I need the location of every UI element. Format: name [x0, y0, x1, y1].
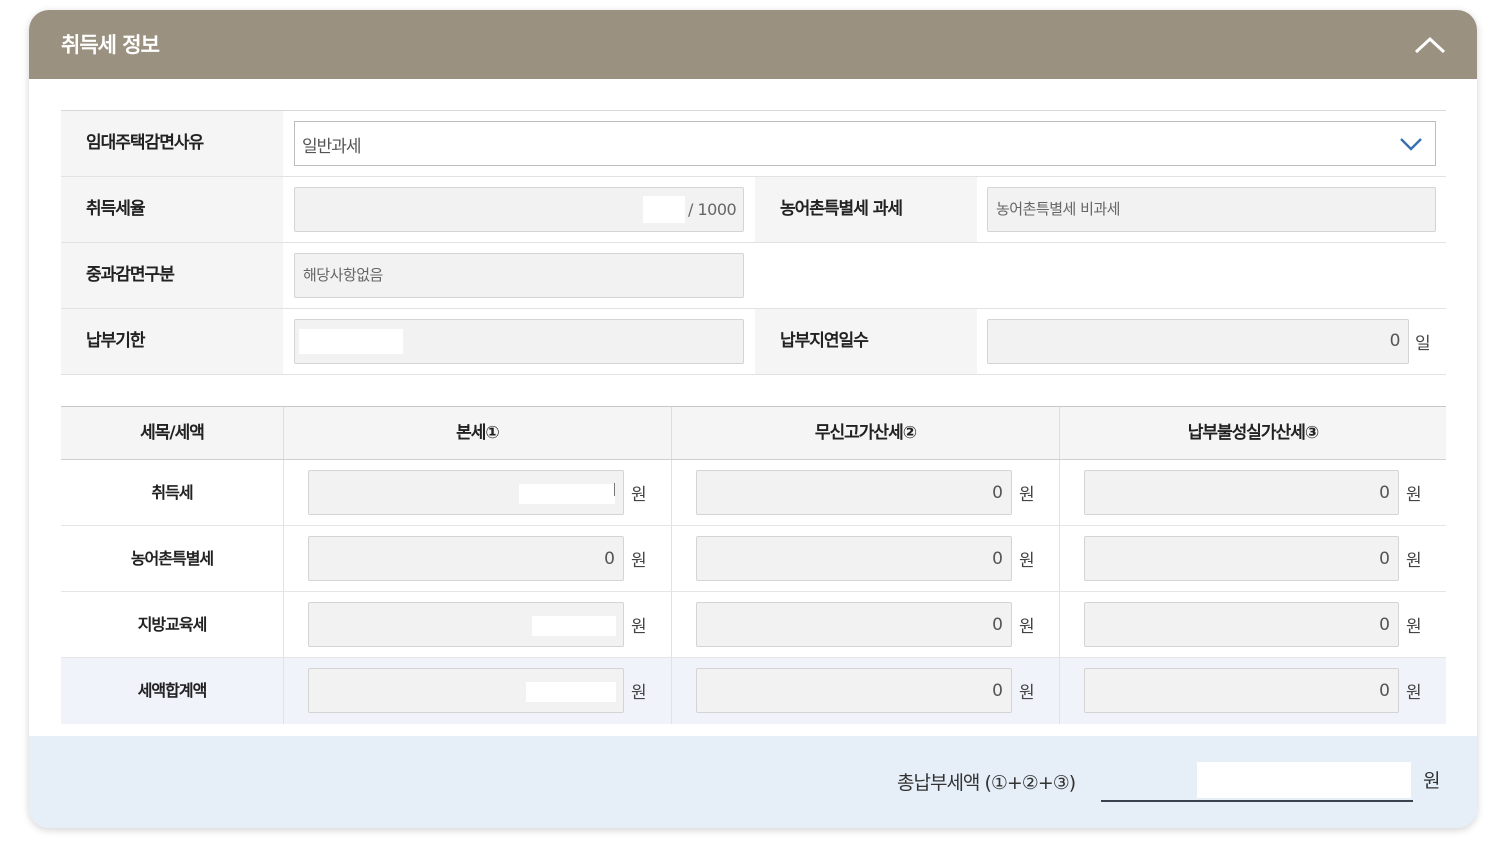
tax-rate-input-mask	[643, 196, 685, 223]
won-unit: 원	[1019, 683, 1035, 703]
won-unit: 원	[1406, 617, 1422, 637]
surcharge-field[interactable]: 해당사항없음	[294, 253, 744, 298]
chevron-down-icon	[1400, 138, 1422, 151]
no-report-penalty-field[interactable]: 0	[696, 602, 1012, 647]
table-row-total: 세액합계액 원 0 원 0 원	[61, 658, 1446, 724]
due-date-field[interactable]	[294, 319, 744, 364]
total-payment-label: 총납부세액 (①+②+③)	[897, 772, 1076, 794]
total-payment-footer: 총납부세액 (①+②+③) 원	[29, 736, 1477, 828]
won-unit: 원	[631, 617, 647, 637]
won-unit: 원	[1019, 485, 1035, 505]
no-report-penalty-field[interactable]: 0	[696, 470, 1012, 515]
total-payment-field[interactable]	[1101, 761, 1413, 802]
header-tax-item: 세목/세액	[140, 423, 205, 443]
exemption-reason-label: 임대주택감면사유	[61, 111, 283, 176]
tax-table: 세목/세액 본세① 무신고가산세② 납부불성실가산세③ 취득세 원 0 원 0 …	[61, 406, 1446, 724]
header-late-payment-penalty: 납부불성실가산세③	[1059, 407, 1446, 459]
info-table: 임대주택감면사유 일반과세 취득세율 / 1000 농어촌특별세 과세 농어촌특…	[61, 110, 1446, 375]
info-row-surcharge: 중과감면구분 해당사항없음	[61, 243, 1446, 309]
won-unit: 원	[631, 485, 647, 505]
acquisition-tax-panel: 취득세 정보 임대주택감면사유 일반과세 취득세율 / 1000 농어촌특별세 …	[29, 10, 1477, 828]
exemption-reason-value: 일반과세	[302, 137, 362, 157]
surcharge-label: 중과감면구분	[61, 243, 283, 308]
row-label: 취득세	[151, 483, 193, 502]
late-penalty-field[interactable]: 0	[1084, 536, 1399, 581]
header-base-tax: 본세①	[283, 407, 671, 459]
chevron-up-icon[interactable]	[1413, 30, 1447, 60]
won-unit: 원	[1406, 683, 1422, 703]
won-unit: 원	[1406, 485, 1422, 505]
panel-header[interactable]: 취득세 정보	[29, 10, 1477, 79]
no-report-penalty-field[interactable]: 0	[696, 668, 1012, 713]
header-no-report-penalty: 무신고가산세②	[671, 407, 1059, 459]
won-unit: 원	[631, 551, 647, 571]
table-row: 지방교육세 원 0 원 0 원	[61, 592, 1446, 658]
row-label: 농어촌특별세	[130, 549, 214, 568]
late-days-field[interactable]: 0	[987, 319, 1409, 364]
total-payment-unit: 원	[1423, 770, 1441, 792]
won-unit: 원	[1406, 551, 1422, 571]
won-unit: 원	[1019, 617, 1035, 637]
late-days-unit: 일	[1415, 334, 1431, 354]
exemption-reason-select[interactable]: 일반과세	[294, 121, 1436, 166]
late-penalty-field[interactable]: 0	[1084, 470, 1399, 515]
won-unit: 원	[1019, 551, 1035, 571]
base-tax-field[interactable]	[308, 602, 624, 647]
tax-rate-label: 취득세율	[61, 177, 283, 242]
info-row-exemption: 임대주택감면사유 일반과세	[61, 111, 1446, 177]
late-days-label: 납부지연일수	[755, 309, 977, 374]
tax-rate-suffix: / 1000	[688, 200, 737, 219]
rural-tax-label: 농어촌특별세 과세	[755, 177, 977, 242]
won-unit: 원	[631, 683, 647, 703]
info-row-due: 납부기한 납부지연일수 0 일	[61, 309, 1446, 375]
base-tax-field[interactable]	[308, 668, 624, 713]
no-report-penalty-field[interactable]: 0	[696, 536, 1012, 581]
base-tax-field[interactable]: 0	[308, 536, 624, 581]
base-tax-field[interactable]	[308, 470, 624, 515]
tax-table-header: 세목/세액 본세① 무신고가산세② 납부불성실가산세③	[61, 407, 1446, 460]
tax-rate-field[interactable]: / 1000	[294, 187, 744, 232]
panel-title: 취득세 정보	[61, 33, 160, 57]
due-date-label: 납부기한	[61, 309, 283, 374]
table-row: 농어촌특별세 0 원 0 원 0 원	[61, 526, 1446, 592]
late-penalty-field[interactable]: 0	[1084, 602, 1399, 647]
table-row: 취득세 원 0 원 0 원	[61, 460, 1446, 526]
row-label: 세액합계액	[137, 681, 208, 700]
late-days-value: 0	[1389, 331, 1401, 351]
late-penalty-field[interactable]: 0	[1084, 668, 1399, 713]
due-date-mask	[299, 329, 403, 354]
rural-tax-field[interactable]: 농어촌특별세 비과세	[987, 187, 1436, 232]
row-label: 지방교육세	[137, 615, 208, 634]
info-row-rate: 취득세율 / 1000 농어촌특별세 과세 농어촌특별세 비과세	[61, 177, 1446, 243]
